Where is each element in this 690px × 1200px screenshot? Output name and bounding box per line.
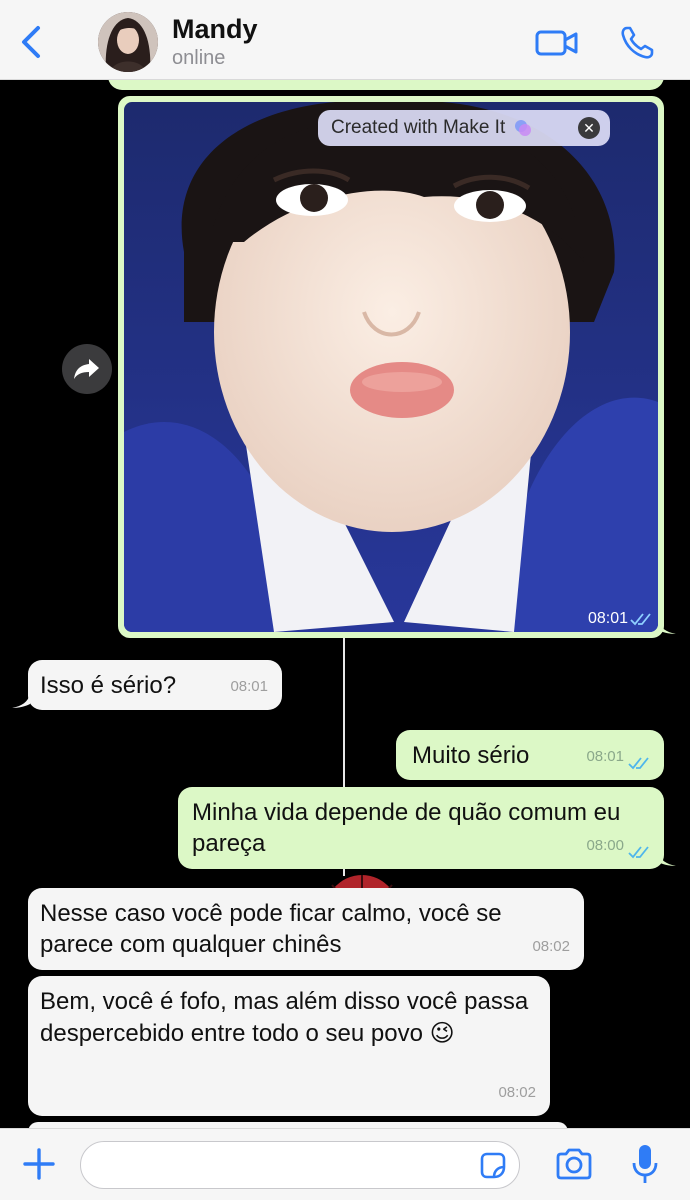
bubble-tail: [658, 620, 676, 634]
message-time: 08:00: [586, 837, 624, 854]
contact-status: online: [172, 47, 226, 69]
message-bubble-incoming[interactable]: Bem, você é fofo, mas além disso você pa…: [28, 976, 550, 1116]
phone-icon[interactable]: [618, 24, 656, 62]
chat-area[interactable]: Created with Make It ✕ 08:01 Isso é séri…: [0, 80, 690, 1128]
message-text: Nesse caso você pode ficar calmo, você s…: [40, 900, 502, 958]
video-camera-icon[interactable]: [534, 26, 580, 60]
make-it-logo-icon: [515, 120, 532, 136]
message-time: 08:01: [587, 610, 628, 627]
chevron-left-icon[interactable]: [16, 24, 46, 60]
message-bubble-outgoing[interactable]: Muito sério 08:01: [396, 730, 664, 780]
plus-icon[interactable]: [22, 1147, 56, 1181]
message-time: 08:01: [230, 678, 268, 695]
forward-icon: [74, 359, 99, 379]
message-text: Isso é sério?: [40, 672, 177, 699]
message-bubble-outgoing[interactable]: Minha vida depende de quão comum eu pare…: [178, 787, 664, 869]
message-time: 08:02: [532, 938, 570, 955]
photo[interactable]: [124, 102, 658, 632]
previous-message-bubble: [108, 80, 664, 90]
double-check-icon: [630, 613, 651, 626]
message-text: Bem, você é fofo, mas além disso você pa…: [40, 988, 529, 1047]
forward-button[interactable]: [62, 344, 112, 394]
message-time: 08:01: [586, 748, 624, 765]
double-check-icon: [628, 757, 649, 770]
composer-bar: [0, 1128, 690, 1200]
message-bubble-incoming[interactable]: Nesse caso você pode ficar calmo, você s…: [28, 888, 584, 970]
bubble-tail: [12, 694, 30, 708]
made-with-text: Created with Make It: [331, 117, 506, 138]
message-input[interactable]: [80, 1141, 520, 1189]
microphone-icon[interactable]: [630, 1143, 660, 1185]
contact-name[interactable]: Mandy: [172, 14, 258, 45]
message-time: 08:02: [498, 1084, 536, 1101]
sticker-icon[interactable]: [478, 1151, 508, 1181]
close-icon[interactable]: ✕: [578, 117, 600, 139]
camera-icon[interactable]: [554, 1147, 594, 1181]
message-text: Minha vida depende de quão comum eu pare…: [192, 799, 621, 857]
chat-header: Mandy online: [0, 0, 690, 80]
image-message[interactable]: Created with Make It ✕ 08:01: [118, 96, 664, 638]
message-text: Muito sério: [412, 742, 530, 769]
made-with-badge[interactable]: Created with Make It ✕: [318, 110, 610, 146]
message-bubble-incoming[interactable]: Isso é sério? 08:01: [28, 660, 282, 710]
avatar[interactable]: [98, 12, 158, 72]
double-check-icon: [628, 846, 649, 859]
bubble-tail: [658, 852, 676, 866]
